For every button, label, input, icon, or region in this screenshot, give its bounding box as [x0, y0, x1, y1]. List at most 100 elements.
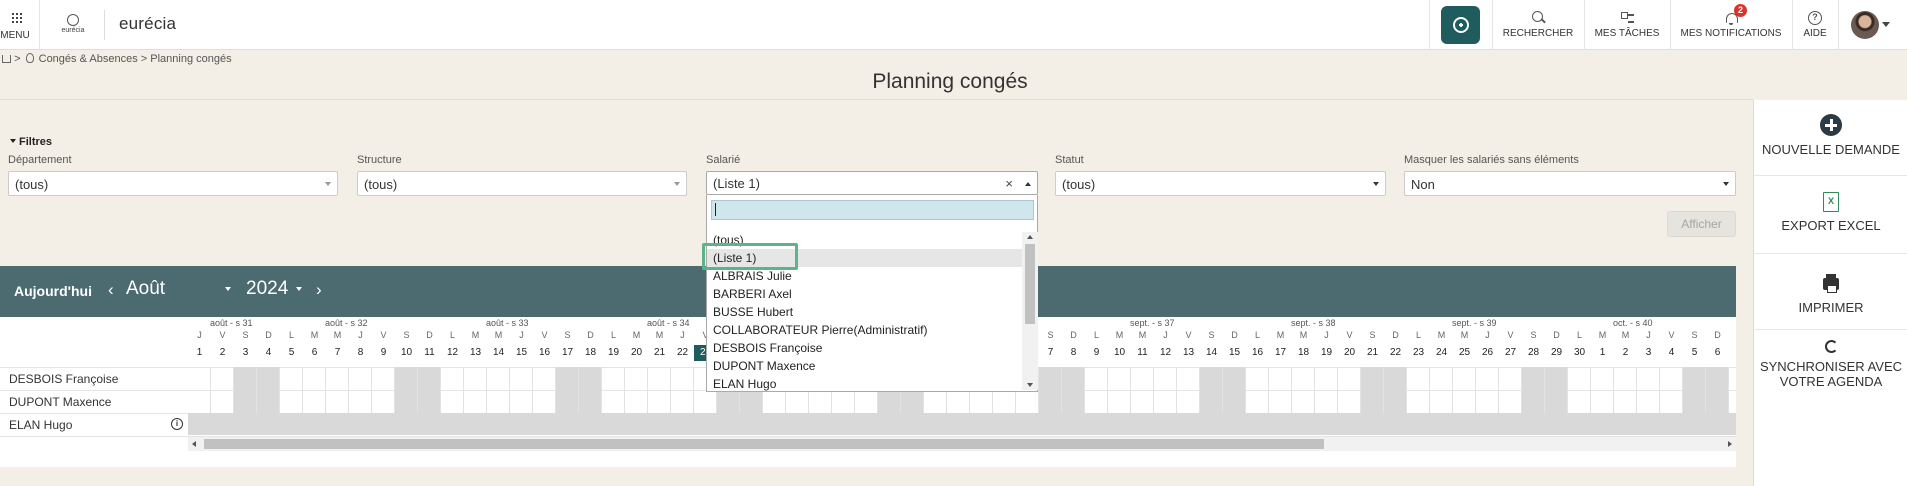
dropdown-option[interactable]: BARBERI Axel [707, 285, 1022, 303]
day-cell[interactable] [510, 390, 533, 413]
day-cell[interactable] [1223, 390, 1246, 413]
dropdown-option[interactable]: BUSSE Hubert [707, 303, 1022, 321]
help-button[interactable]: ? AIDE [1792, 0, 1838, 50]
day-cell[interactable] [1637, 390, 1660, 413]
day-cell[interactable] [1453, 390, 1476, 413]
day-cell[interactable] [211, 390, 234, 413]
day-cell[interactable] [671, 390, 694, 413]
info-icon[interactable]: i [171, 418, 183, 430]
day-cell[interactable] [188, 390, 211, 413]
day-cell[interactable] [1154, 367, 1177, 390]
day-cell[interactable] [1246, 390, 1269, 413]
day-cell[interactable] [1453, 367, 1476, 390]
day-cell[interactable] [1177, 390, 1200, 413]
day-cell[interactable] [1361, 367, 1384, 390]
day-cell[interactable] [1430, 367, 1453, 390]
day-cell[interactable] [809, 390, 832, 413]
day-cell[interactable] [1568, 367, 1591, 390]
day-cell[interactable] [1614, 390, 1637, 413]
day-cell[interactable] [1315, 390, 1338, 413]
day-cell[interactable] [257, 390, 280, 413]
home-icon[interactable] [2, 55, 11, 63]
day-cell[interactable] [1131, 390, 1154, 413]
day-cell[interactable] [234, 367, 257, 390]
day-cell[interactable] [1062, 367, 1085, 390]
dropdown-scrollbar[interactable] [1022, 232, 1038, 390]
day-cell[interactable] [211, 367, 234, 390]
prev-month-button[interactable]: ‹ [108, 280, 114, 300]
day-cell[interactable] [257, 367, 280, 390]
day-cell[interactable] [1269, 390, 1292, 413]
day-cell[interactable] [832, 390, 855, 413]
day-cell[interactable] [1039, 367, 1062, 390]
scroll-right-icon[interactable] [1728, 441, 1732, 447]
day-cell[interactable] [1591, 390, 1614, 413]
day-cell[interactable] [579, 390, 602, 413]
day-cell[interactable] [487, 390, 510, 413]
day-cell[interactable] [441, 390, 464, 413]
day-cell[interactable] [1292, 390, 1315, 413]
day-cell[interactable] [1545, 367, 1568, 390]
day-cell[interactable] [1016, 390, 1039, 413]
day-cell[interactable] [1407, 390, 1430, 413]
day-cell[interactable] [602, 367, 625, 390]
day-cell[interactable] [924, 390, 947, 413]
breadcrumb-section[interactable]: Congés & Absences [39, 53, 138, 65]
chevron-down-icon[interactable] [296, 287, 302, 291]
day-cell[interactable] [326, 367, 349, 390]
day-cell[interactable] [1706, 390, 1729, 413]
scrollbar-thumb[interactable] [1025, 244, 1035, 324]
structure-select[interactable]: (tous) [357, 171, 687, 196]
afficher-button[interactable]: Afficher [1667, 211, 1736, 237]
day-cell[interactable] [625, 390, 648, 413]
day-cell[interactable] [1108, 367, 1131, 390]
month-select[interactable]: Août [126, 278, 165, 300]
day-cell[interactable] [1200, 367, 1223, 390]
day-cell[interactable] [349, 367, 372, 390]
day-cell[interactable] [1522, 390, 1545, 413]
day-cell[interactable] [1384, 390, 1407, 413]
search-button[interactable]: RECHERCHER [1492, 0, 1584, 50]
chevron-down-icon[interactable] [1882, 22, 1890, 27]
day-cell[interactable] [1614, 367, 1637, 390]
day-cell[interactable] [1108, 390, 1131, 413]
day-cell[interactable] [1154, 390, 1177, 413]
year-select[interactable]: 2024 [246, 278, 288, 300]
day-cell[interactable] [1338, 367, 1361, 390]
day-cell[interactable] [1683, 390, 1706, 413]
chevron-down-icon[interactable] [225, 287, 231, 291]
day-cell[interactable] [602, 390, 625, 413]
menu-button[interactable]: MENU [0, 0, 40, 50]
day-cell[interactable] [1338, 390, 1361, 413]
dropdown-option[interactable]: ELAN Hugo [707, 375, 1022, 393]
day-cell[interactable] [993, 390, 1016, 413]
day-cell[interactable] [1246, 367, 1269, 390]
new-request-button[interactable]: NOUVELLE DEMANDE [1754, 114, 1907, 176]
today-button[interactable]: Aujourd'hui [14, 283, 92, 299]
employee-name[interactable]: DESBOIS Françoise [9, 372, 118, 386]
day-cell[interactable] [579, 367, 602, 390]
day-cell[interactable] [280, 367, 303, 390]
day-cell[interactable] [556, 390, 579, 413]
day-cell[interactable] [1269, 367, 1292, 390]
departement-select[interactable]: (tous) [8, 171, 338, 196]
tasks-button[interactable]: MES TÂCHES [1584, 0, 1670, 50]
day-cell[interactable] [1683, 367, 1706, 390]
day-cell[interactable] [510, 367, 533, 390]
day-cell[interactable] [464, 367, 487, 390]
day-cell[interactable] [395, 367, 418, 390]
day-cell[interactable] [1522, 367, 1545, 390]
day-cell[interactable] [1499, 367, 1522, 390]
day-cell[interactable] [1039, 390, 1062, 413]
day-cell[interactable] [1545, 390, 1568, 413]
day-cell[interactable] [372, 390, 395, 413]
day-cell[interactable] [625, 367, 648, 390]
next-month-button[interactable]: › [316, 280, 322, 300]
quick-add-button[interactable] [1441, 6, 1480, 44]
day-cell[interactable] [326, 390, 349, 413]
day-cell[interactable] [188, 367, 211, 390]
day-cell[interactable] [533, 390, 556, 413]
day-cell[interactable] [1384, 367, 1407, 390]
day-cell[interactable] [441, 367, 464, 390]
day-cell[interactable] [487, 367, 510, 390]
